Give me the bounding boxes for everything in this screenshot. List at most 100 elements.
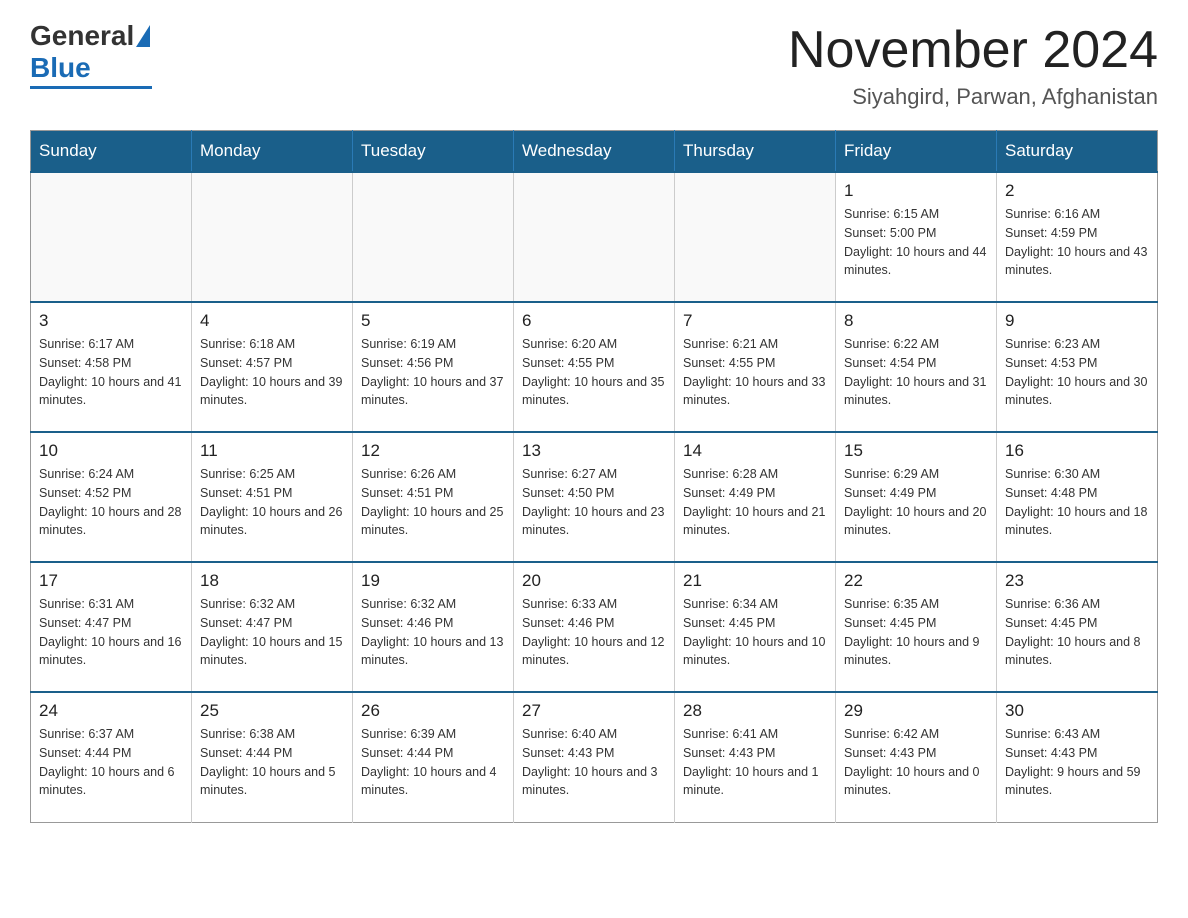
day-number: 20 (522, 571, 666, 591)
calendar-cell: 21 Sunrise: 6:34 AMSunset: 4:45 PMDayligh… (675, 562, 836, 692)
calendar-cell (675, 172, 836, 302)
calendar-cell: 25 Sunrise: 6:38 AMSunset: 4:44 PMDayligh… (192, 692, 353, 822)
day-info: Sunrise: 6:35 AMSunset: 4:45 PMDaylight:… (844, 595, 988, 670)
logo-underline (30, 86, 152, 89)
calendar-cell: 20 Sunrise: 6:33 AMSunset: 4:46 PMDayligh… (514, 562, 675, 692)
day-number: 29 (844, 701, 988, 721)
calendar-cell: 30 Sunrise: 6:43 AMSunset: 4:43 PMDayligh… (997, 692, 1158, 822)
logo-blue-row: Blue (30, 52, 91, 84)
day-number: 7 (683, 311, 827, 331)
calendar-week-row: 10 Sunrise: 6:24 AMSunset: 4:52 PMDayligh… (31, 432, 1158, 562)
calendar-cell: 28 Sunrise: 6:41 AMSunset: 4:43 PMDayligh… (675, 692, 836, 822)
day-number: 19 (361, 571, 505, 591)
logo-text: General (30, 20, 152, 52)
calendar-day-header: Friday (836, 131, 997, 173)
day-number: 5 (361, 311, 505, 331)
page-title: November 2024 (788, 20, 1158, 80)
day-info: Sunrise: 6:25 AMSunset: 4:51 PMDaylight:… (200, 465, 344, 540)
day-number: 25 (200, 701, 344, 721)
day-info: Sunrise: 6:43 AMSunset: 4:43 PMDaylight:… (1005, 725, 1149, 800)
calendar-day-header: Monday (192, 131, 353, 173)
day-info: Sunrise: 6:26 AMSunset: 4:51 PMDaylight:… (361, 465, 505, 540)
day-number: 10 (39, 441, 183, 461)
calendar-day-header: Wednesday (514, 131, 675, 173)
calendar-cell (192, 172, 353, 302)
calendar-cell (31, 172, 192, 302)
day-info: Sunrise: 6:32 AMSunset: 4:46 PMDaylight:… (361, 595, 505, 670)
day-info: Sunrise: 6:15 AMSunset: 5:00 PMDaylight:… (844, 205, 988, 280)
day-info: Sunrise: 6:16 AMSunset: 4:59 PMDaylight:… (1005, 205, 1149, 280)
day-number: 9 (1005, 311, 1149, 331)
day-info: Sunrise: 6:34 AMSunset: 4:45 PMDaylight:… (683, 595, 827, 670)
calendar-cell: 5 Sunrise: 6:19 AMSunset: 4:56 PMDaylight… (353, 302, 514, 432)
day-info: Sunrise: 6:23 AMSunset: 4:53 PMDaylight:… (1005, 335, 1149, 410)
calendar-cell: 17Sunrise: 6:31 AMSunset: 4:47 PMDayligh… (31, 562, 192, 692)
day-info: Sunrise: 6:30 AMSunset: 4:48 PMDaylight:… (1005, 465, 1149, 540)
logo-general-text: General (30, 20, 134, 52)
day-number: 30 (1005, 701, 1149, 721)
calendar-cell: 1 Sunrise: 6:15 AMSunset: 5:00 PMDaylight… (836, 172, 997, 302)
calendar-cell: 4 Sunrise: 6:18 AMSunset: 4:57 PMDaylight… (192, 302, 353, 432)
day-info: Sunrise: 6:32 AMSunset: 4:47 PMDaylight:… (200, 595, 344, 670)
calendar-day-header: Saturday (997, 131, 1158, 173)
day-number: 13 (522, 441, 666, 461)
calendar-day-header: Thursday (675, 131, 836, 173)
day-info: Sunrise: 6:42 AMSunset: 4:43 PMDaylight:… (844, 725, 988, 800)
day-number: 24 (39, 701, 183, 721)
calendar-cell: 14 Sunrise: 6:28 AMSunset: 4:49 PMDayligh… (675, 432, 836, 562)
calendar-header: SundayMondayTuesdayWednesdayThursdayFrid… (31, 131, 1158, 173)
calendar-cell: 23 Sunrise: 6:36 AMSunset: 4:45 PMDayligh… (997, 562, 1158, 692)
calendar-cell: 3Sunrise: 6:17 AMSunset: 4:58 PMDaylight… (31, 302, 192, 432)
day-number: 2 (1005, 181, 1149, 201)
calendar-cell: 6 Sunrise: 6:20 AMSunset: 4:55 PMDaylight… (514, 302, 675, 432)
day-number: 8 (844, 311, 988, 331)
day-number: 4 (200, 311, 344, 331)
calendar-day-header: Sunday (31, 131, 192, 173)
day-info: Sunrise: 6:20 AMSunset: 4:55 PMDaylight:… (522, 335, 666, 410)
day-number: 18 (200, 571, 344, 591)
day-number: 26 (361, 701, 505, 721)
calendar-day-header: Tuesday (353, 131, 514, 173)
calendar-cell: 12 Sunrise: 6:26 AMSunset: 4:51 PMDayligh… (353, 432, 514, 562)
day-info: Sunrise: 6:33 AMSunset: 4:46 PMDaylight:… (522, 595, 666, 670)
calendar-week-row: 24 Sunrise: 6:37 AMSunset: 4:44 PMDayligh… (31, 692, 1158, 822)
day-number: 21 (683, 571, 827, 591)
day-number: 15 (844, 441, 988, 461)
day-number: 22 (844, 571, 988, 591)
calendar-table: SundayMondayTuesdayWednesdayThursdayFrid… (30, 130, 1158, 823)
day-info: Sunrise: 6:28 AMSunset: 4:49 PMDaylight:… (683, 465, 827, 540)
day-info: Sunrise: 6:24 AMSunset: 4:52 PMDaylight:… (39, 465, 183, 540)
calendar-cell: 29 Sunrise: 6:42 AMSunset: 4:43 PMDayligh… (836, 692, 997, 822)
calendar-cell: 2 Sunrise: 6:16 AMSunset: 4:59 PMDaylight… (997, 172, 1158, 302)
day-number: 23 (1005, 571, 1149, 591)
calendar-cell: 19 Sunrise: 6:32 AMSunset: 4:46 PMDayligh… (353, 562, 514, 692)
day-number: 12 (361, 441, 505, 461)
day-number: 16 (1005, 441, 1149, 461)
day-info: Sunrise: 6:41 AMSunset: 4:43 PMDaylight:… (683, 725, 827, 800)
day-number: 14 (683, 441, 827, 461)
day-info: Sunrise: 6:21 AMSunset: 4:55 PMDaylight:… (683, 335, 827, 410)
calendar-cell: 10 Sunrise: 6:24 AMSunset: 4:52 PMDayligh… (31, 432, 192, 562)
day-info: Sunrise: 6:18 AMSunset: 4:57 PMDaylight:… (200, 335, 344, 410)
page-header: General Blue November 2024 Siyahgird, Pa… (30, 20, 1158, 110)
day-info: Sunrise: 6:31 AMSunset: 4:47 PMDaylight:… (39, 595, 183, 670)
day-info: Sunrise: 6:39 AMSunset: 4:44 PMDaylight:… (361, 725, 505, 800)
day-number: 27 (522, 701, 666, 721)
day-info: Sunrise: 6:27 AMSunset: 4:50 PMDaylight:… (522, 465, 666, 540)
calendar-cell: 18 Sunrise: 6:32 AMSunset: 4:47 PMDayligh… (192, 562, 353, 692)
title-area: November 2024 Siyahgird, Parwan, Afghani… (788, 20, 1158, 110)
day-info: Sunrise: 6:19 AMSunset: 4:56 PMDaylight:… (361, 335, 505, 410)
day-info: Sunrise: 6:36 AMSunset: 4:45 PMDaylight:… (1005, 595, 1149, 670)
day-number: 3 (39, 311, 183, 331)
calendar-cell: 9 Sunrise: 6:23 AMSunset: 4:53 PMDaylight… (997, 302, 1158, 432)
day-number: 1 (844, 181, 988, 201)
day-info: Sunrise: 6:37 AMSunset: 4:44 PMDaylight:… (39, 725, 183, 800)
calendar-week-row: 1 Sunrise: 6:15 AMSunset: 5:00 PMDaylight… (31, 172, 1158, 302)
calendar-cell: 13 Sunrise: 6:27 AMSunset: 4:50 PMDayligh… (514, 432, 675, 562)
day-info: Sunrise: 6:38 AMSunset: 4:44 PMDaylight:… (200, 725, 344, 800)
day-info: Sunrise: 6:22 AMSunset: 4:54 PMDaylight:… (844, 335, 988, 410)
day-number: 28 (683, 701, 827, 721)
day-number: 6 (522, 311, 666, 331)
calendar-cell: 16 Sunrise: 6:30 AMSunset: 4:48 PMDayligh… (997, 432, 1158, 562)
day-number: 11 (200, 441, 344, 461)
